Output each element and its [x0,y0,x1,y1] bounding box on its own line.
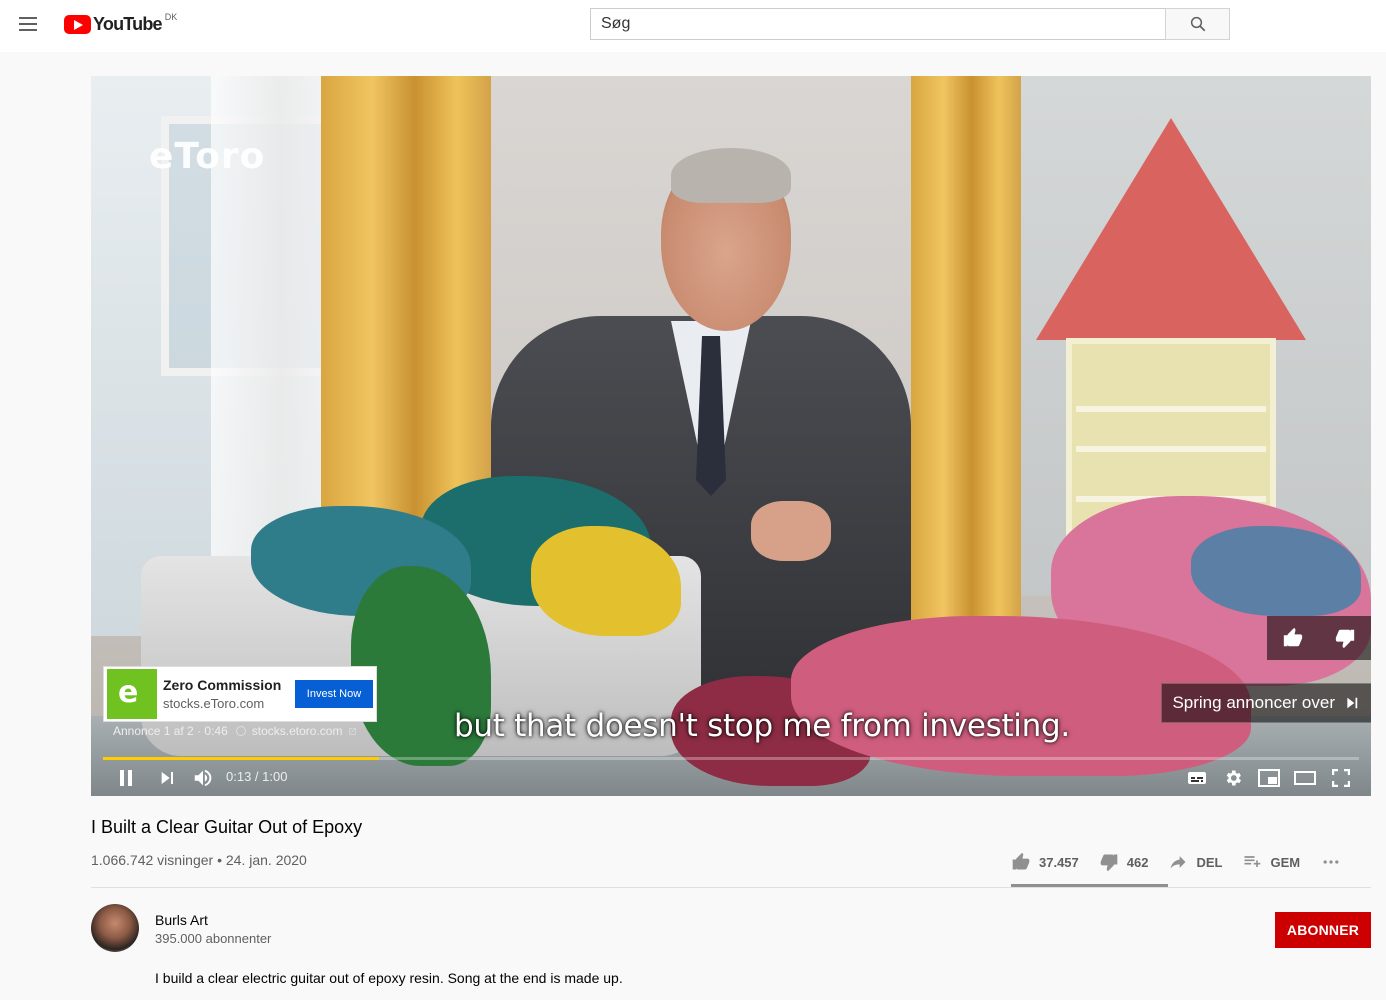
save-button[interactable]: GEM [1242,852,1300,872]
caption-text: but that doesn't stop me from investing. [454,708,1070,744]
video-description: I build a clear electric guitar out of e… [155,970,623,986]
fullscreen-icon [1332,769,1350,787]
gear-icon [1226,770,1241,786]
more-actions-button[interactable] [1320,852,1342,872]
miniplayer-button[interactable] [1251,760,1287,796]
video-player[interactable]: eToro Spring annoncer over e Zero Commis… [91,76,1371,796]
more-horizontal-icon [1323,860,1339,864]
info-icon[interactable] [235,726,246,736]
channel-avatar[interactable] [91,904,139,952]
ad-card[interactable]: e Zero Commission stocks.eToro.com Inves… [103,666,377,722]
country-code: DK [164,12,178,22]
dislike-count: 462 [1126,854,1149,870]
ad-brand-watermark: eToro [149,136,266,177]
search-button[interactable] [1165,8,1230,40]
share-icon [1170,856,1186,869]
search-input[interactable] [590,8,1165,40]
player-controls: 0:13 / 1:00 [91,760,1371,796]
share-label: DEL [1196,854,1223,870]
thumbs-up-icon[interactable] [1282,627,1304,649]
external-link-icon [349,727,357,735]
skip-next-icon [161,772,173,784]
ad-card-url: stocks.eToro.com [163,696,265,711]
skip-ads-label: Spring annoncer over [1172,693,1335,712]
ad-card-thumbnail: e [107,669,157,719]
fullscreen-button[interactable] [1323,760,1359,796]
skip-ads-button[interactable]: Spring annoncer over [1161,683,1371,723]
ad-link[interactable]: stocks.etoro.com [252,724,343,738]
subtitles-button[interactable] [1179,760,1215,796]
thumbs-down-icon[interactable] [1334,627,1356,649]
volume-icon [194,769,212,787]
ad-card-title: Zero Commission [163,677,282,693]
youtube-logo[interactable]: YouTube DK [64,12,178,37]
save-label: GEM [1270,854,1301,870]
logo-text: YouTube [93,14,163,34]
video-actions: 37.457 462 DEL GEM [1011,850,1362,874]
video-meta: 1.066.742 visninger • 24. jan. 2020 [91,852,307,868]
pause-button[interactable] [108,760,144,796]
masthead: YouTube DK [0,0,1386,52]
search-bar [590,8,1230,40]
subscriber-count: 395.000 abonnenter [155,931,272,946]
skip-next-icon [1347,697,1358,709]
like-button[interactable]: 37.457 [1011,852,1079,872]
thumbs-up-icon [1012,852,1030,870]
ad-info-bar: Annonce 1 af 2 · 0:46 stocks.etoro.com [113,724,357,738]
hamburger-menu-icon[interactable] [16,12,42,38]
divider [91,887,1371,888]
subscribe-button[interactable]: ABONNER [1275,912,1371,948]
pause-icon [120,770,132,786]
youtube-play-icon [64,15,91,34]
theater-mode-icon [1294,771,1316,785]
next-button[interactable] [149,760,185,796]
ad-counter: Annonce 1 af 2 · 0:46 [113,724,228,738]
settings-button[interactable] [1215,760,1251,796]
playlist-add-icon [1244,856,1261,867]
subtitles-icon [1188,772,1206,784]
share-button[interactable]: DEL [1168,852,1222,872]
video-title: I Built a Clear Guitar Out of Epoxy [91,817,363,837]
like-count: 37.457 [1039,854,1079,870]
volume-button[interactable] [185,760,221,796]
invest-now-button[interactable]: Invest Now [295,680,373,708]
thumbs-down-icon [1100,854,1118,872]
theater-mode-button[interactable] [1287,760,1323,796]
miniplayer-icon [1258,769,1280,787]
channel-name[interactable]: Burls Art [155,912,208,928]
dislike-button[interactable]: 462 [1099,852,1149,872]
ad-feedback-panel [1267,616,1371,660]
time-display: 0:13 / 1:00 [226,769,288,784]
search-icon [1190,16,1205,32]
